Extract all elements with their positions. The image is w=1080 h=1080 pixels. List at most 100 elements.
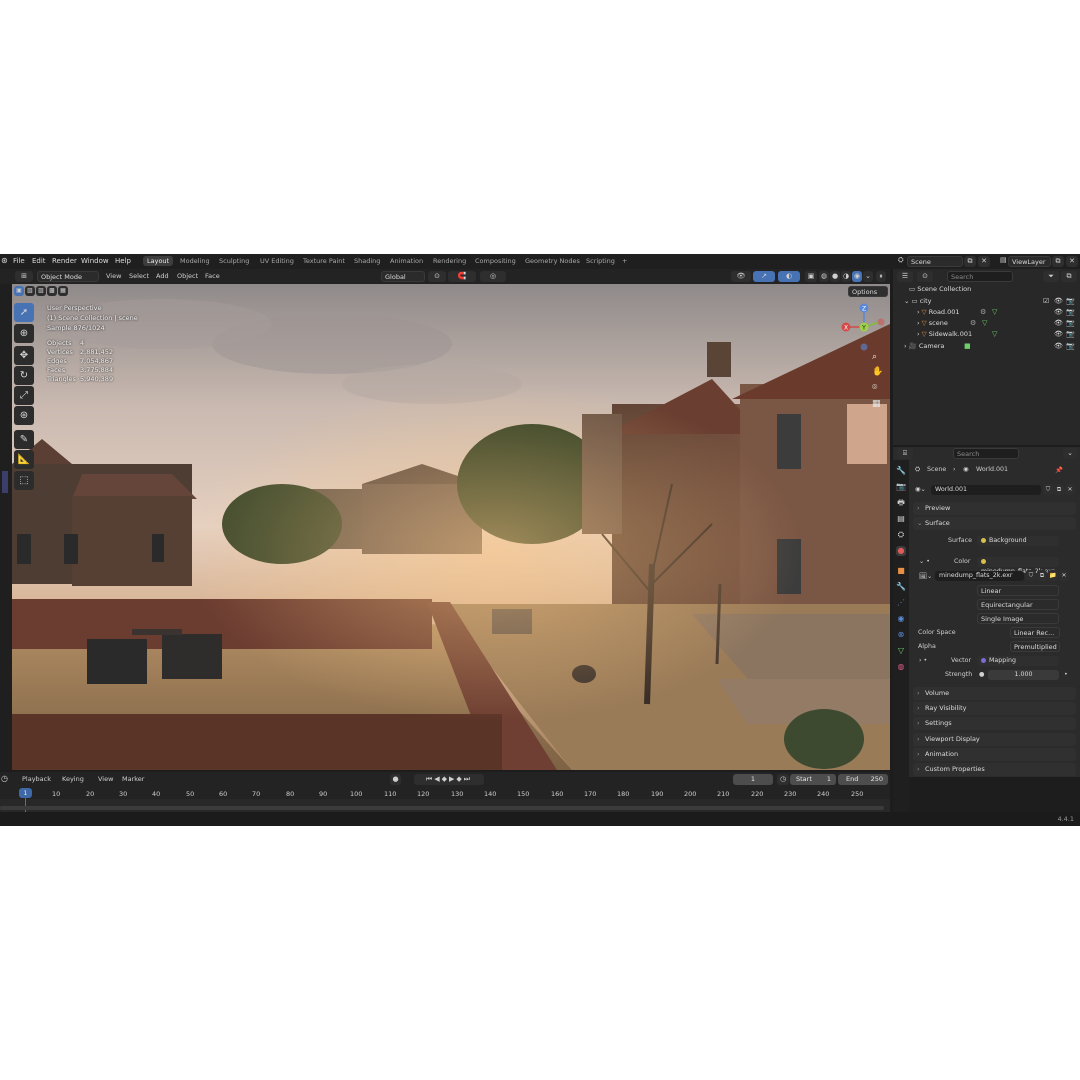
tab-uv-editing[interactable]: UV Editing [257,257,297,265]
eye-icon[interactable]: 👁 [1054,319,1063,327]
perspective-grid-icon[interactable]: ▦ [872,399,881,409]
end-frame-field[interactable]: End 250 [838,774,888,785]
playback-controls[interactable]: ⏮◀◆▶◆⏭ [414,774,484,785]
menu-edit[interactable]: Edit [32,257,46,265]
menu-render[interactable]: Render [52,257,77,265]
material-shading-icon[interactable]: ◑ [841,271,851,282]
new-scene-icon[interactable]: ⧉ [964,256,976,267]
select-invert-icon[interactable]: ▩ [47,286,57,296]
image-name-field[interactable]: minedump_flats_2k.exr [935,571,1024,581]
eye-icon[interactable]: 👁 [1054,297,1063,305]
vector-input-field[interactable]: Mapping [977,656,1059,666]
rendered-shading-icon[interactable]: ◉ [852,271,862,282]
tab-shading[interactable]: Shading [351,257,383,265]
current-frame-indicator[interactable]: 1 [19,788,32,798]
eye-icon[interactable]: 👁 [1054,342,1063,350]
rotate-tool-icon[interactable]: ↻ [14,366,34,385]
tab-compositing[interactable]: Compositing [472,257,519,265]
color-expand-icon[interactable]: ⌄ • [919,558,930,565]
outliner-item-road[interactable]: › ▽ Road.001 [917,308,960,316]
timeline-menu-keying[interactable]: Keying [62,775,84,783]
auto-keying-icon[interactable]: ● [390,774,401,785]
camera-render-icon[interactable]: 📷 [1066,308,1075,316]
transform-orientation[interactable]: Global [381,271,425,282]
proportional-editing-icon[interactable]: ◎ [480,271,506,282]
panel-custom-properties[interactable]: › Custom Properties [913,763,1076,776]
camera-render-icon[interactable]: 📷 [1066,342,1075,350]
world-tab-icon[interactable]: ● [896,546,906,556]
blender-logo-icon[interactable]: ⊛ [1,256,8,265]
menu-face[interactable]: Face [205,272,220,280]
unlink-world-icon[interactable]: ✕ [1065,484,1075,495]
menu-select[interactable]: Select [129,272,149,280]
fake-user-icon[interactable]: ⛉ [1043,484,1053,495]
camera-render-icon[interactable]: 📷 [1066,297,1075,305]
zoom-icon[interactable]: ⌕ [872,352,877,362]
panel-volume[interactable]: › Volume [913,687,1076,700]
properties-options-icon[interactable]: ⌄ [1063,448,1077,459]
checkbox-icon[interactable]: ☑ [1043,297,1049,305]
wireframe-shading-icon[interactable]: ◍ [819,271,829,282]
timeline-menu-marker[interactable]: Marker [122,775,144,783]
outliner-search-input[interactable]: Search [947,271,1013,282]
delete-view-layer-icon[interactable]: ✕ [1066,256,1078,267]
menu-object[interactable]: Object [177,272,198,280]
view-layer-tab-icon[interactable]: ▤ [896,514,906,524]
eye-icon[interactable]: 👁 [1054,308,1063,316]
visibility-icon[interactable]: 👁 [731,271,751,282]
material-tab-icon[interactable]: ◍ [896,662,906,672]
cursor-tool-icon[interactable]: ⊕ [14,324,34,343]
color-input-field[interactable]: minedump_flats_2k.exr [977,557,1059,575]
world-name-field[interactable]: World.001 [931,485,1041,495]
interpolation-select[interactable]: Linear [977,585,1059,596]
panel-ray-visibility[interactable]: › Ray Visibility [913,702,1076,715]
annotate-tool-icon[interactable]: ✎ [14,430,34,449]
world-datablock-icon[interactable]: ◉⌄ [915,486,926,493]
menu-help[interactable]: Help [115,257,131,265]
tab-modeling[interactable]: Modeling [177,257,213,265]
duplicate-world-icon[interactable]: ⧉ [1054,484,1064,495]
unlink-image-icon[interactable]: ✕ [1059,570,1069,581]
navigation-gizmo[interactable]: Z X Y [834,302,890,362]
panel-viewport-display[interactable]: › Viewport Display [913,733,1076,746]
new-collection-icon[interactable]: ⧉ [1061,271,1077,282]
move-tool-icon[interactable]: ✥ [14,346,34,365]
projection-select[interactable]: Equirectangular [977,599,1059,610]
alpha-select[interactable]: Premultiplied [1010,641,1060,652]
add-workspace-button[interactable]: + [619,257,630,265]
delete-scene-icon[interactable]: ✕ [978,256,990,267]
select-extend-icon[interactable]: ▧ [25,286,35,296]
mode-selector[interactable]: Object Mode [37,271,99,282]
image-texture-icon[interactable]: 🖼⌄ [919,572,932,580]
object-tab-icon[interactable]: ■ [896,566,906,576]
physics-tab-icon[interactable]: ◉ [896,614,906,624]
outliner-item-scene[interactable]: › ▽ scene [917,319,948,327]
data-tab-icon[interactable]: ▽ [896,646,906,656]
gizmo-toggle-icon[interactable]: ↗ [753,271,775,282]
color-space-select[interactable]: Linear Rec... [1010,627,1060,638]
menu-view[interactable]: View [106,272,121,280]
pivot-point-icon[interactable]: ⊙ [428,271,446,282]
properties-search-input[interactable]: Search [953,448,1019,459]
select-tool-icon[interactable]: ➚ [14,303,34,322]
display-mode-icon[interactable]: ⊙ [917,271,933,282]
tab-rendering[interactable]: Rendering [430,257,469,265]
properties-editor-icon[interactable]: ⌸ [897,448,913,459]
keyframe-dot-icon[interactable]: • [1064,671,1068,678]
transform-tool-icon[interactable]: ⊛ [14,406,34,425]
surface-shader-field[interactable]: Background [977,536,1059,546]
tab-texture-paint[interactable]: Texture Paint [300,257,348,265]
output-tab-icon[interactable]: 🖶 [896,498,906,508]
timeline-menu-view[interactable]: View [98,775,113,783]
outliner-collection-city[interactable]: ⌄ ▭ city [904,297,932,305]
tab-layout[interactable]: Layout [143,256,174,266]
overlay-toggle-icon[interactable]: ◐ [778,271,800,282]
timeline-editor-icon[interactable]: ◷ [1,774,8,783]
3d-viewport[interactable]: User Perspective (1) Scene Collection | … [12,284,890,770]
filter-icon[interactable]: ⏷ [1043,271,1059,282]
timeline-scrollbar[interactable] [0,806,884,810]
shading-options-icon[interactable]: ⌄ [863,271,873,282]
select-subtract-icon[interactable]: ▨ [36,286,46,296]
pin-icon[interactable]: 📌 [1055,466,1063,474]
tab-sculpting[interactable]: Sculpting [216,257,252,265]
